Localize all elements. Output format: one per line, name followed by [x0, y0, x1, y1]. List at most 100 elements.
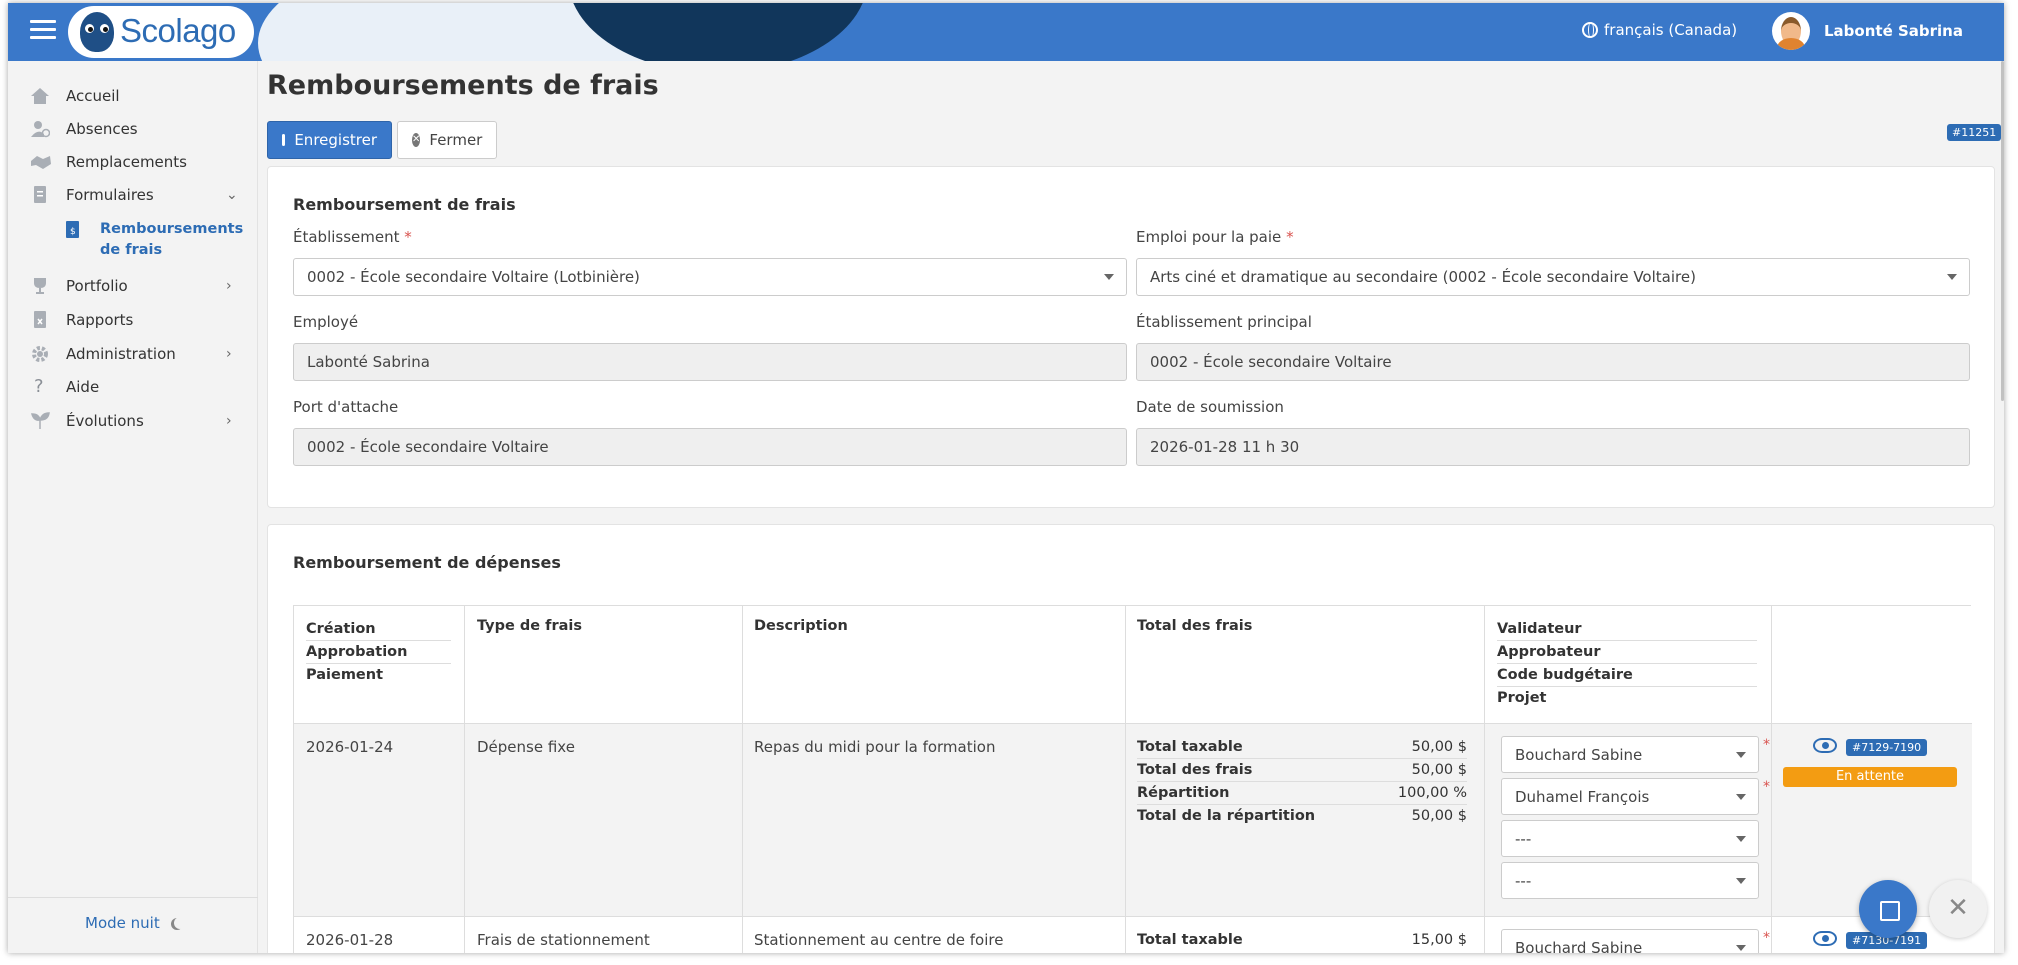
save-icon — [282, 134, 292, 146]
table-row: 2026-01-28 Frais de stationnement Statio… — [294, 917, 1972, 953]
row-totals: Total taxable 50,00 $ Total des frais 50,0… — [1137, 736, 1467, 827]
logo-text: Scolago — [120, 12, 236, 49]
required-marker: * — [1763, 930, 1770, 946]
employe-value: Labonté Sabrina — [307, 353, 430, 371]
language-label: français (Canada) — [1604, 21, 1738, 39]
avatar — [1772, 12, 1810, 50]
validateur-select[interactable]: Bouchard Sabine — [1501, 736, 1759, 773]
column-divider — [1771, 606, 1772, 953]
row-description: Stationnement au centre de foire — [754, 931, 1004, 949]
expenses-table: Création Approbation Paiement Type de fr… — [293, 605, 1972, 953]
sidebar-item-accueil[interactable]: Accueil — [8, 81, 258, 111]
sidebar-item-label: Remplacements — [66, 153, 187, 171]
caret-down-icon — [1947, 274, 1957, 280]
sidebar-item-label: Formulaires — [66, 186, 154, 204]
night-mode-label: Mode nuit — [85, 914, 160, 932]
table-header: Création Approbation Paiement Type de fr… — [294, 606, 1972, 724]
status-badge: En attente — [1783, 767, 1957, 787]
required-marker: * — [1763, 779, 1770, 795]
table-row: 2026-01-24 Dépense fixe Repas du midi po… — [294, 724, 1972, 917]
validateur-select[interactable]: Bouchard Sabine — [1501, 929, 1759, 953]
row-description: Repas du midi pour la formation — [754, 738, 996, 756]
approbateur-select[interactable]: Duhamel François — [1501, 778, 1759, 815]
top-header: Scolago français (Canada) Labonté Sabrin… — [8, 3, 2004, 61]
floating-close-button[interactable]: ✕ — [1929, 880, 1987, 938]
chevron-right-icon: › — [226, 346, 232, 362]
sidebar-item-label: Aide — [66, 378, 100, 396]
caret-down-icon — [1736, 945, 1746, 951]
expenses-section-title: Remboursement de dépenses — [293, 553, 561, 572]
port-attache-value: 0002 - École secondaire Voltaire — [307, 438, 549, 456]
hamburger-menu-icon[interactable] — [30, 20, 56, 44]
globe-icon — [1582, 22, 1598, 38]
view-eye-icon[interactable] — [1813, 738, 1837, 753]
etablissement-select[interactable]: 0002 - École secondaire Voltaire (Lotbin… — [293, 258, 1127, 296]
etablissement-value: 0002 - École secondaire Voltaire (Lotbin… — [307, 268, 640, 286]
projet-select[interactable]: --- — [1501, 862, 1759, 899]
sidebar-subitem-remboursements[interactable]: $ Remboursements de frais — [8, 219, 258, 263]
required-marker: * — [1763, 737, 1770, 753]
sidebar-item-label: Absences — [66, 120, 138, 138]
app-window: Scolago français (Canada) Labonté Sabrin… — [8, 3, 2004, 953]
view-eye-icon[interactable] — [1813, 931, 1837, 946]
gear-icon — [30, 345, 50, 363]
trophy-icon — [30, 277, 50, 295]
etab-principal-label: Établissement principal — [1136, 313, 1312, 331]
date-soumission-field: 2026-01-28 11 h 30 — [1136, 428, 1970, 466]
expense-ref-badge: #7129-7190 — [1846, 739, 1928, 756]
close-button-label: Fermer — [429, 131, 483, 149]
user-menu[interactable]: Labonté Sabrina — [1772, 12, 1963, 50]
row-type: Dépense fixe — [477, 738, 575, 756]
date-soumission-value: 2026-01-28 11 h 30 — [1150, 438, 1300, 456]
record-id-badge: #11251 — [1947, 124, 2002, 141]
date-soumission-label: Date de soumission — [1136, 398, 1284, 416]
scrollbar[interactable] — [2001, 61, 2004, 401]
chevron-down-icon: ⌄ — [226, 187, 238, 203]
caret-down-icon — [1104, 274, 1114, 280]
row-totals: Total taxable 15,00 $ — [1137, 932, 1467, 948]
sidebar-item-formulaires[interactable]: Formulaires ⌄ — [8, 180, 258, 210]
caret-down-icon — [1736, 836, 1746, 842]
close-button[interactable]: ✕ Fermer — [397, 121, 497, 159]
port-attache-label: Port d'attache — [293, 398, 399, 416]
sidebar-item-absences[interactable]: Absences — [8, 114, 258, 144]
form-section-title: Remboursement de frais — [293, 195, 516, 214]
night-mode-toggle[interactable]: Mode nuit — [85, 914, 182, 932]
language-selector[interactable]: français (Canada) — [1582, 21, 1737, 39]
caret-down-icon — [1736, 794, 1746, 800]
user-name: Labonté Sabrina — [1824, 22, 1963, 40]
sidebar-item-label: Administration — [66, 345, 176, 363]
sidebar-item-administration[interactable]: Administration › — [8, 339, 258, 369]
handshake-icon — [30, 153, 51, 171]
employe-label: Employé — [293, 313, 359, 331]
column-divider — [464, 606, 465, 953]
sidebar-item-rapports[interactable]: Rapports — [8, 305, 258, 335]
save-button-label: Enregistrer — [294, 131, 377, 149]
save-button[interactable]: Enregistrer — [267, 121, 392, 159]
sprout-icon — [30, 412, 50, 430]
emploi-select[interactable]: Arts ciné et dramatique au secondaire (0… — [1136, 258, 1970, 296]
chevron-right-icon: › — [226, 413, 232, 429]
sidebar-item-portfolio[interactable]: Portfolio › — [8, 271, 258, 301]
sidebar-item-aide[interactable]: ? Aide — [8, 372, 258, 402]
home-icon — [30, 87, 50, 105]
close-circle-icon: ✕ — [412, 133, 421, 147]
caret-down-icon — [1736, 878, 1746, 884]
question-icon: ? — [34, 376, 44, 397]
sidebar-item-evolutions[interactable]: Évolutions › — [8, 406, 258, 436]
header-total: Total des frais — [1137, 618, 1253, 634]
dollar-document-icon: $ — [66, 221, 80, 239]
caret-down-icon — [1736, 752, 1746, 758]
sidebar: Accueil Absences Remplacements Formulair… — [8, 61, 258, 953]
expenses-card: Remboursement de dépenses Création Appro… — [267, 524, 1995, 953]
emploi-label: Emploi pour la paie * — [1136, 228, 1294, 246]
report-icon — [30, 311, 50, 329]
etablissement-label: Établissement * — [293, 228, 412, 246]
code-budgetaire-select[interactable]: --- — [1501, 820, 1759, 857]
logo[interactable]: Scolago — [68, 6, 254, 58]
row-date: 2026-01-24 — [306, 738, 394, 756]
sidebar-item-label: Évolutions — [66, 412, 144, 430]
chevron-right-icon: › — [226, 278, 232, 294]
floating-save-button[interactable] — [1859, 880, 1917, 938]
sidebar-item-remplacements[interactable]: Remplacements — [8, 147, 258, 177]
